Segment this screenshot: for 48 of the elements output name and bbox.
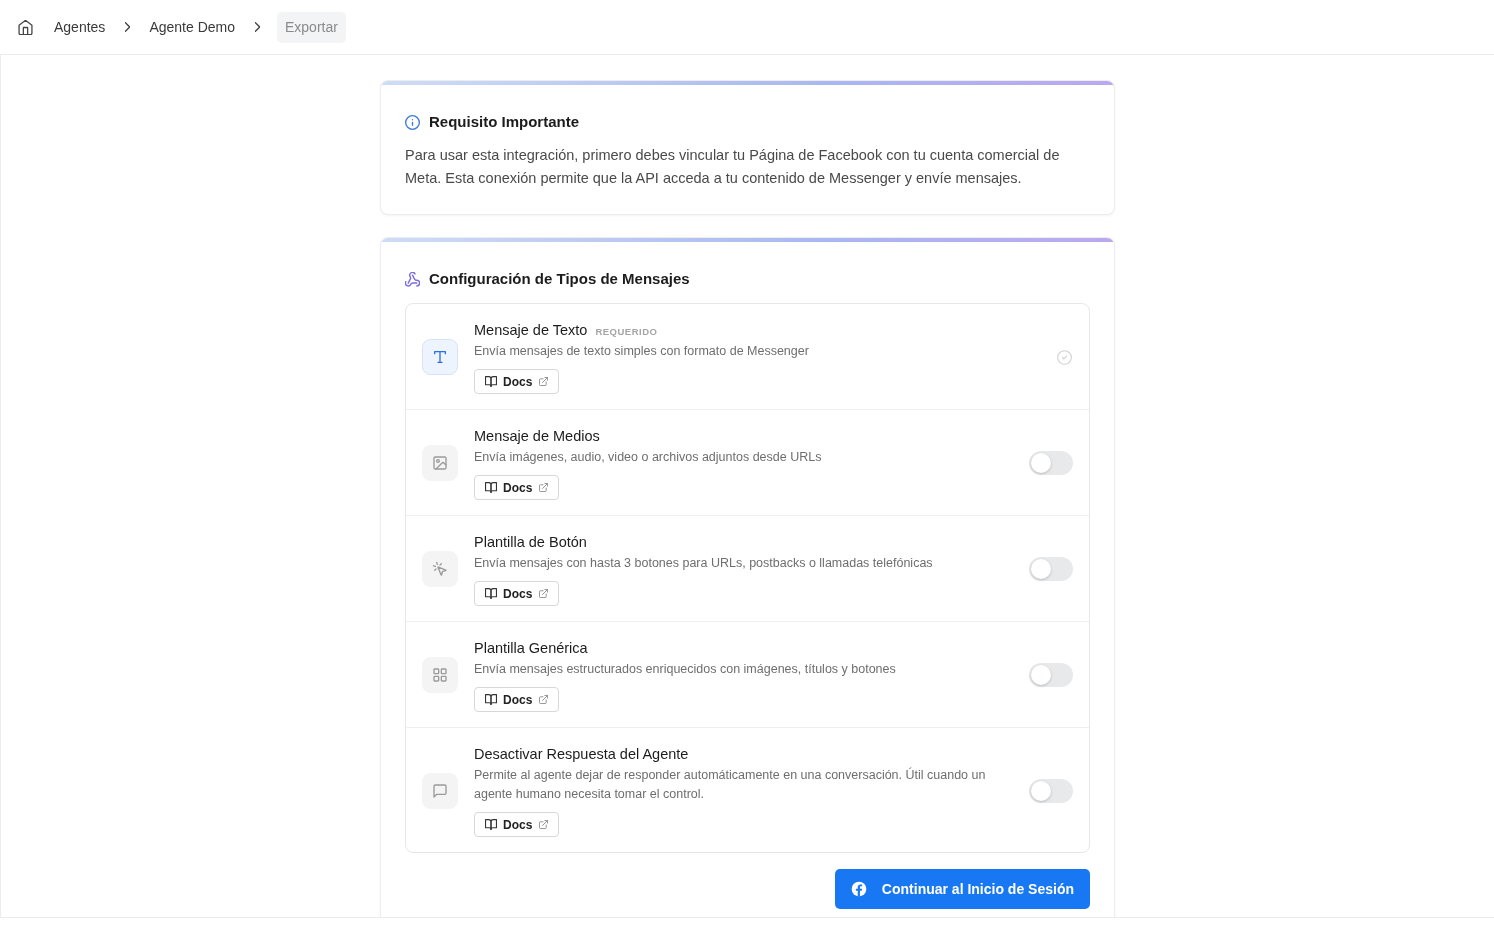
check-circle-icon (1057, 349, 1072, 365)
breadcrumb-link[interactable]: Agente Demo (149, 11, 235, 43)
message-type-title: Plantilla Genérica (474, 639, 588, 658)
book-icon (485, 588, 497, 599)
info-icon (405, 114, 420, 130)
toggle-switch[interactable] (1029, 451, 1073, 475)
external-link-icon (539, 695, 549, 704)
message-type-description: Envía mensajes estructurados enriquecidos con imágenes, títulos y botones (474, 661, 897, 678)
card-title: Requisito Importante (429, 112, 579, 132)
facebook-logo-icon (850, 881, 867, 897)
docs-button[interactable]: Docs (474, 475, 560, 500)
book-icon (485, 694, 497, 705)
breadcrumb-link[interactable]: Agentes (54, 11, 106, 43)
docs-button[interactable]: Docs (474, 369, 560, 394)
continue-login-button[interactable]: Continuar al Inicio de Sesión (834, 869, 1090, 909)
notice-text: Para usar esta integración, primero debes vincular tu Página de Facebook con tu cuenta comercial de Meta. Esta conexión permite que la API acceda a tu contenido de Messenger y envíe mensajes. (405, 146, 1061, 188)
book-icon (485, 482, 497, 493)
docs-button[interactable]: Docs (474, 812, 560, 837)
toggle-switch[interactable] (1029, 778, 1073, 803)
book-icon (485, 376, 497, 387)
type-icon (422, 339, 458, 375)
message-type-description: Permite al agente dejar de responder automáticamente en una conversación. Útil cuando un agente humano necesita tomar el control. (474, 766, 987, 803)
pointer-click-icon (422, 551, 458, 587)
toggle-switch[interactable] (1029, 557, 1073, 581)
message-type-title: Plantilla de Botón (474, 533, 587, 552)
chat-bubble-icon (422, 772, 458, 809)
external-link-icon (539, 377, 549, 386)
message-type-description: Envía mensajes con hasta 3 botones para URLs, postbacks o llamadas telefónicas (474, 555, 934, 572)
webhook-icon (405, 271, 420, 287)
book-icon (485, 819, 497, 830)
card-title: Configuración de Tipos de Mensajes (429, 269, 690, 289)
grid-icon (422, 657, 458, 693)
message-type-title: Mensaje de Texto (474, 321, 588, 340)
message-type-description: Envía imágenes, audio, video o archivos adjuntos desde URLs (474, 449, 823, 466)
required-label: REQUERIDO (595, 326, 658, 337)
toggle-switch[interactable] (1029, 663, 1073, 687)
home-icon[interactable] (18, 19, 33, 35)
image-icon (422, 445, 458, 481)
message-type-description: Envía mensajes de texto simples con formato de Messenger (474, 343, 810, 360)
message-type-title: Mensaje de Medios (474, 427, 600, 446)
external-link-icon (539, 589, 549, 598)
message-type-title: Desactivar Respuesta del Agente (474, 745, 689, 764)
chevron-right-icon (125, 22, 131, 32)
chevron-right-icon (255, 22, 260, 32)
docs-button[interactable]: Docs (474, 687, 560, 712)
docs-button[interactable]: Docs (474, 581, 560, 606)
external-link-icon (539, 483, 549, 492)
external-link-icon (539, 820, 549, 829)
